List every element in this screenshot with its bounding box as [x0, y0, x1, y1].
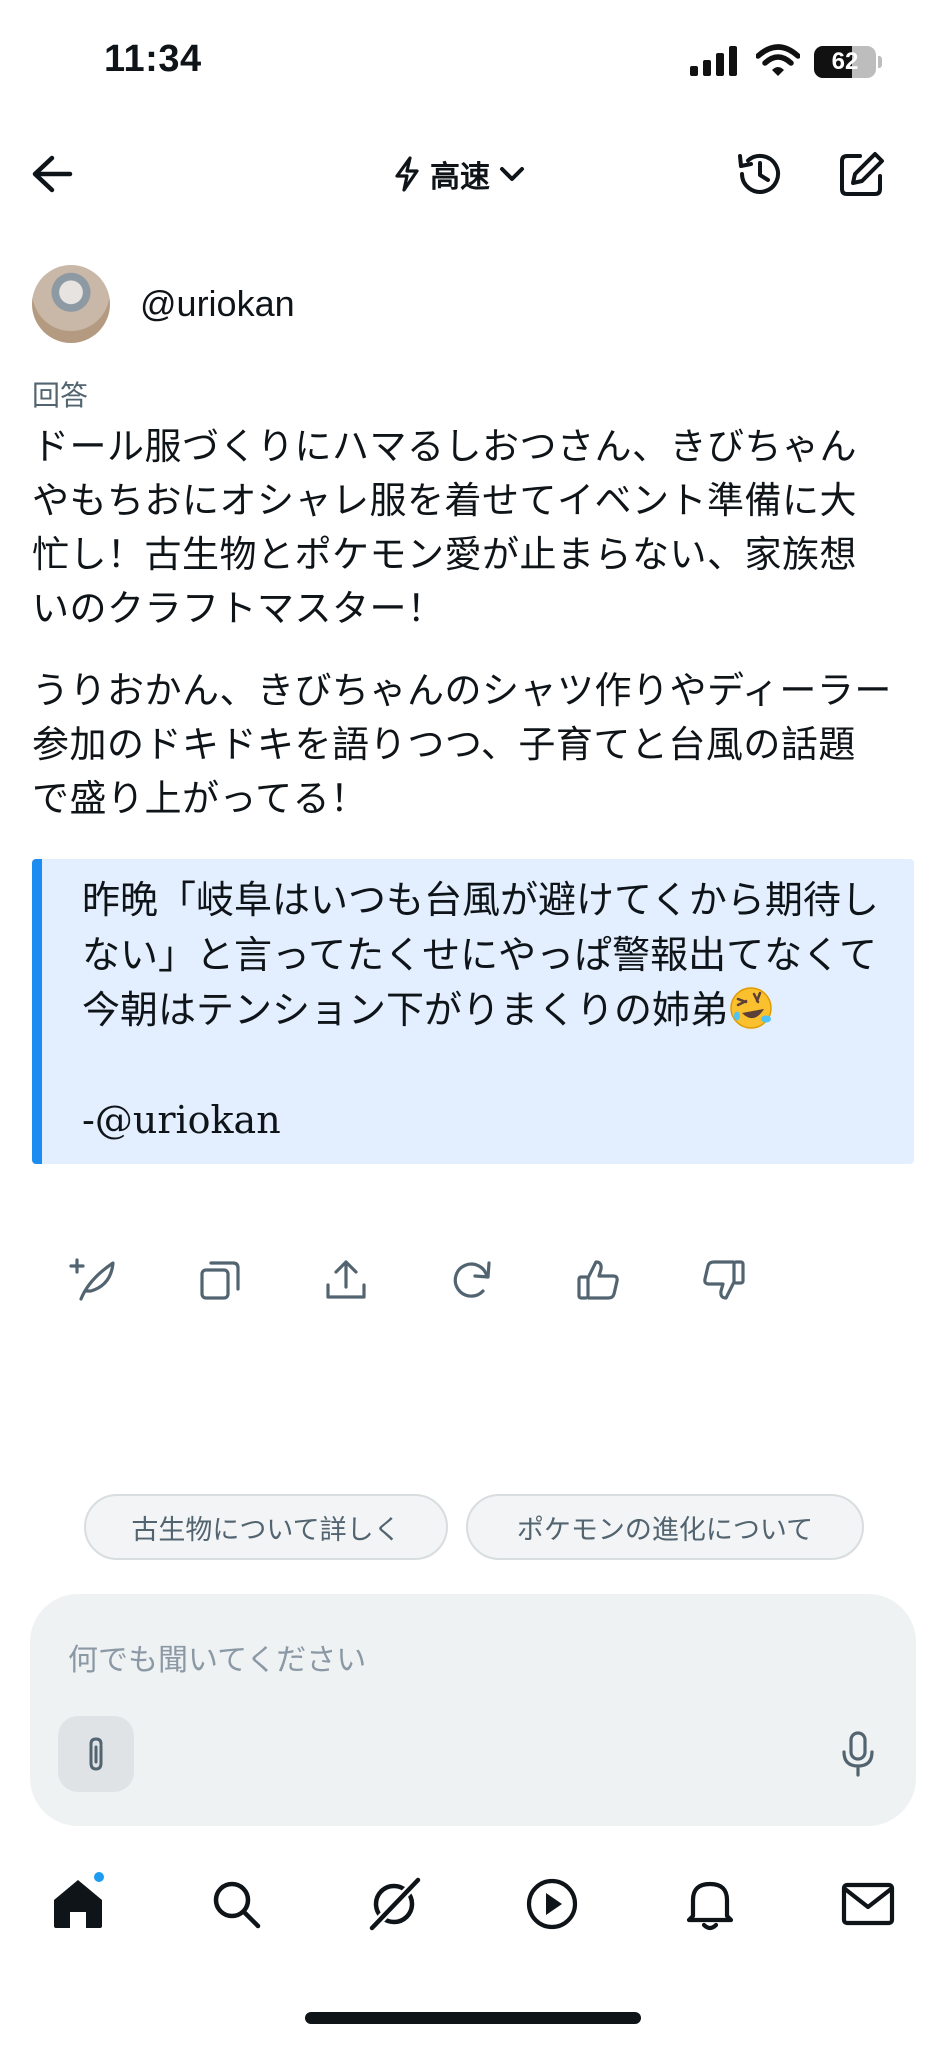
back-button[interactable] [20, 142, 84, 206]
mic-button[interactable] [820, 1716, 896, 1792]
status-time: 11:34 [104, 38, 202, 80]
status-bar: 11:34 62 [0, 0, 946, 120]
reply-button[interactable] [62, 1248, 126, 1312]
history-button[interactable] [728, 142, 792, 206]
tab-notifications[interactable] [672, 1866, 748, 1942]
battery-icon: 62 [814, 46, 882, 78]
suggestion-chip[interactable]: ポケモンの進化について [466, 1494, 864, 1560]
rolling-on-floor-laughing-emoji-icon [730, 987, 772, 1029]
wifi-icon [755, 44, 801, 82]
play-icon [526, 1878, 578, 1930]
avatar[interactable] [32, 265, 110, 343]
copy-icon [200, 1261, 240, 1300]
action-row [62, 1248, 782, 1312]
new-chat-button[interactable] [830, 142, 894, 206]
thumbs-down-icon [703, 1260, 745, 1300]
notification-dot [92, 1870, 106, 1884]
microphone-icon [842, 1731, 874, 1777]
lightning-icon [395, 156, 419, 192]
like-button[interactable] [566, 1248, 630, 1312]
search-icon [213, 1881, 261, 1929]
composer [30, 1594, 916, 1826]
answer-paragraph: ドール服づくりにハマるしおつさん、きびちゃんやもちおにオシャレ服を着せてイベント… [32, 425, 857, 630]
header: 高速 [0, 120, 946, 220]
back-arrow-icon [32, 155, 73, 193]
share-button[interactable] [314, 1248, 378, 1312]
tab-messages[interactable] [830, 1866, 906, 1942]
mode-selector[interactable]: 高速 [392, 146, 526, 202]
regenerate-button[interactable] [440, 1248, 504, 1312]
answer-paragraph: うりおかん、きびちゃんのシャツ作りやディーラー参加のドキドキを語りつつ、子育てと… [32, 669, 892, 820]
history-icon [738, 153, 780, 194]
home-indicator [305, 2012, 641, 2024]
dislike-button[interactable] [692, 1248, 756, 1312]
quote-author: -@uriokan [82, 1098, 281, 1142]
compose-reply-icon [69, 1258, 115, 1301]
quote-block: 昨晩「岐阜はいつも台風が避けてくから期待しない」と言ってたくせにやっぱ警報出てな… [32, 859, 914, 1164]
copy-button[interactable] [188, 1248, 252, 1312]
mail-icon [841, 1882, 895, 1926]
home-icon [54, 1880, 102, 1928]
tab-grok[interactable] [356, 1866, 432, 1942]
tab-video[interactable] [514, 1866, 590, 1942]
bell-icon [686, 1881, 734, 1931]
battery-level: 62 [831, 48, 859, 75]
share-icon [326, 1260, 366, 1299]
mode-label: 高速 [430, 160, 490, 195]
username[interactable]: @uriokan [140, 283, 295, 325]
user-row: @uriokan [32, 264, 295, 344]
regenerate-icon [453, 1261, 491, 1298]
tab-search[interactable] [198, 1866, 274, 1942]
chevron-down-icon [500, 167, 524, 181]
signal-icon [690, 46, 738, 80]
quote-text: 昨晩「岐阜はいつも台風が避けてくから期待しない」と言ってたくせにやっぱ警報出てな… [82, 873, 882, 1038]
suggestion-chip[interactable]: 古生物について詳しく [84, 1494, 448, 1560]
answer-label: 回答 [32, 379, 89, 412]
tab-bar [0, 1862, 946, 1952]
grok-icon [366, 1876, 422, 1934]
new-chat-icon [840, 152, 884, 196]
paperclip-icon [89, 1737, 103, 1771]
thumbs-up-icon [577, 1260, 619, 1300]
attach-button[interactable] [58, 1716, 134, 1792]
ask-input[interactable] [68, 1630, 848, 1690]
